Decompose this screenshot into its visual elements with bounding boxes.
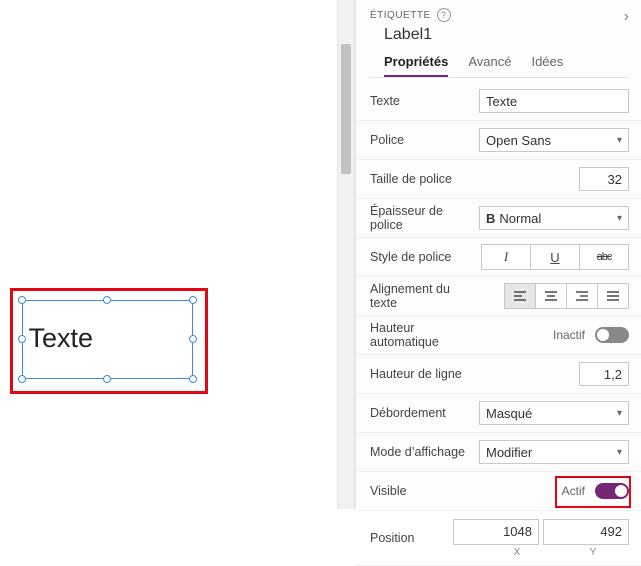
row-text: Texte xyxy=(356,82,641,121)
font-value: Open Sans xyxy=(486,133,551,148)
visible-toggle[interactable] xyxy=(595,483,629,499)
chevron-down-icon: ▾ xyxy=(617,213,622,224)
label-lineheight: Hauteur de ligne xyxy=(370,367,479,381)
resize-handle-bottom-left[interactable] xyxy=(18,375,26,383)
text-input[interactable] xyxy=(479,89,629,113)
displaymode-dropdown[interactable]: Modifier ▾ xyxy=(479,440,629,464)
label-fontstyle: Style de police xyxy=(370,250,479,264)
label-autoheight: Hauteur automatique xyxy=(370,321,479,349)
panel-tabs: Propriétés Avancé Idées xyxy=(370,48,629,78)
italic-button[interactable]: I xyxy=(481,244,531,270)
displaymode-value: Modifier xyxy=(486,445,532,460)
canvas-scrollbar[interactable] xyxy=(337,0,355,509)
position-x-input[interactable] xyxy=(453,519,539,545)
resize-handle-bottom[interactable] xyxy=(103,375,111,383)
help-icon[interactable]: ? xyxy=(437,8,451,22)
tab-properties[interactable]: Propriétés xyxy=(384,48,448,77)
fontsize-input[interactable] xyxy=(579,167,629,191)
align-left-button[interactable] xyxy=(504,283,536,309)
resize-handle-bottom-right[interactable] xyxy=(189,375,197,383)
label-text-prop: Texte xyxy=(370,94,479,108)
chevron-down-icon: ▾ xyxy=(617,447,622,458)
tab-advanced[interactable]: Avancé xyxy=(468,48,511,77)
label-fontsize: Taille de police xyxy=(370,172,479,186)
row-fontstyle: Style de police I U abc xyxy=(356,238,641,277)
axis-y-label: Y xyxy=(557,547,629,558)
tab-ideas[interactable]: Idées xyxy=(531,48,563,77)
resize-handle-top-right[interactable] xyxy=(189,296,197,304)
row-displaymode: Mode d’affichage Modifier ▾ xyxy=(356,433,641,472)
row-overflow: Débordement Masqué ▾ xyxy=(356,394,641,433)
row-font: Police Open Sans ▾ xyxy=(356,121,641,160)
align-center-button[interactable] xyxy=(535,283,567,309)
bold-icon: B xyxy=(486,211,495,226)
resize-handle-top-left[interactable] xyxy=(18,296,26,304)
chevron-down-icon: ▾ xyxy=(617,408,622,419)
collapse-panel-icon[interactable]: › xyxy=(624,8,629,26)
row-fontweight: Épaisseur de police B Normal ▾ xyxy=(356,199,641,238)
scrollbar-thumb[interactable] xyxy=(341,44,351,174)
align-group xyxy=(504,283,629,309)
label-visible: Visible xyxy=(370,484,479,498)
resize-handle-right[interactable] xyxy=(189,335,197,343)
type-text: ÉTIQUETTE xyxy=(370,10,431,21)
label-overflow: Débordement xyxy=(370,406,479,420)
chevron-down-icon: ▾ xyxy=(617,135,622,146)
font-dropdown[interactable]: Open Sans ▾ xyxy=(479,128,629,152)
fontweight-value: Normal xyxy=(499,211,541,226)
selection-highlight: Texte xyxy=(10,288,208,394)
autoheight-toggle[interactable] xyxy=(595,327,629,343)
canvas[interactable]: Texte xyxy=(0,0,337,509)
control-type-label: ÉTIQUETTE ? xyxy=(370,8,629,22)
label-fontweight: Épaisseur de police xyxy=(370,204,479,232)
row-fontsize: Taille de police xyxy=(356,160,641,199)
align-justify-button[interactable] xyxy=(597,283,629,309)
overflow-dropdown[interactable]: Masqué ▾ xyxy=(479,401,629,425)
row-lineheight: Hauteur de ligne xyxy=(356,355,641,394)
align-right-button[interactable] xyxy=(566,283,598,309)
label-text: Texte xyxy=(29,323,94,354)
row-visible: Visible Actif xyxy=(356,472,641,511)
row-textalign: Alignement du texte xyxy=(356,277,641,316)
position-y-input[interactable] xyxy=(543,519,629,545)
resize-handle-top[interactable] xyxy=(103,296,111,304)
properties-list: Texte Police Open Sans ▾ Taille de polic… xyxy=(356,82,641,566)
autoheight-state: Inactif xyxy=(553,328,585,342)
label-displaymode: Mode d’affichage xyxy=(370,445,479,459)
row-position: Position X Y xyxy=(356,511,641,566)
visible-state: Actif xyxy=(562,484,585,498)
lineheight-input[interactable] xyxy=(579,362,629,386)
label-textalign: Alignement du texte xyxy=(370,282,479,310)
overflow-value: Masqué xyxy=(486,406,532,421)
row-autoheight: Hauteur automatique Inactif xyxy=(356,316,641,355)
underline-button[interactable]: U xyxy=(530,244,580,270)
control-name: Label1 xyxy=(384,26,629,44)
fontweight-dropdown[interactable]: B Normal ▾ xyxy=(479,206,629,230)
label-font: Police xyxy=(370,133,479,147)
label-control[interactable]: Texte xyxy=(22,300,193,379)
axis-x-label: X xyxy=(481,547,553,558)
strikethrough-button[interactable]: abc xyxy=(579,244,629,270)
resize-handle-left[interactable] xyxy=(18,335,26,343)
properties-panel: ÉTIQUETTE ? › Label1 Propriétés Avancé I… xyxy=(355,0,641,509)
fontstyle-group: I U abc xyxy=(481,244,629,270)
